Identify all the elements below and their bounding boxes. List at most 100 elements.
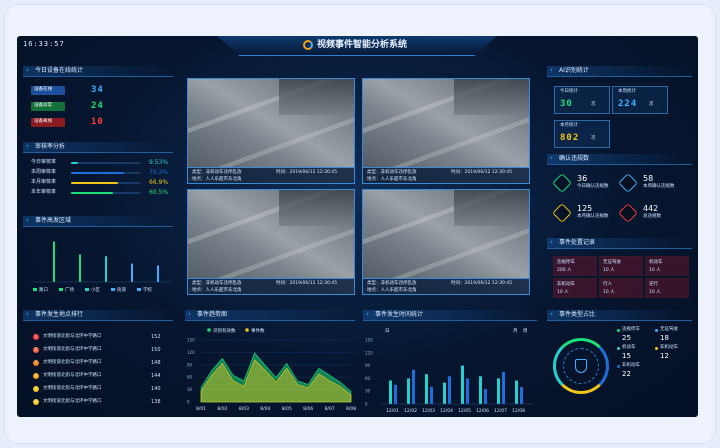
- ai-stat-value: 30: [560, 99, 573, 109]
- handle-count: 10 人: [649, 290, 661, 295]
- video-feed[interactable]: 类型：非机动车违停乱放 时间：2019/06/12 12:30:45 地点：人人乐超…: [362, 189, 530, 295]
- handle-cell: 行人 10 人: [599, 278, 643, 298]
- rank-value: 152: [151, 334, 161, 340]
- video-feed[interactable]: 类型：非机动车违停乱放 时间：2019/06/12 12:30:45 地点：人人乐超…: [362, 78, 530, 184]
- time-xtick: 12/08: [512, 408, 525, 414]
- types-legend-label: 非机动车: [622, 363, 640, 368]
- region-legend-label: 小区: [91, 286, 100, 293]
- video-time: 时间：2019/06/12 12:30:45: [451, 281, 513, 286]
- audit-progress: [71, 172, 141, 174]
- types-legend-value: 12: [660, 352, 669, 360]
- video-feed[interactable]: 类型：非机动车违停乱放 时间：2019/06/12 12:30:45 地点：人人乐超…: [187, 189, 355, 295]
- confirm-label: 本月确认违规数: [577, 214, 609, 219]
- ai-stat-label: 本周统计: [618, 89, 636, 94]
- trend-legend-label: 识别有效数: [213, 327, 236, 334]
- handle-cell: 逆行 10 人: [645, 278, 689, 298]
- types-legend-label: 非机动车: [660, 345, 678, 350]
- time-ytick: 60: [365, 376, 371, 381]
- trend-xtick: 8/03: [239, 406, 249, 412]
- trend-ytick: 0: [187, 400, 190, 405]
- trend-legend-dot: [245, 328, 249, 332]
- types-legend-label: 违规停车: [622, 327, 640, 332]
- time-bar: [461, 365, 464, 404]
- region-legend-swatch: [59, 288, 63, 291]
- dashboard-screen: 16:33:57 视频事件智能分析系统 ‹ 今日设备在线统计 设备在线 34 设备…: [17, 36, 698, 417]
- ai-stat-value: 802: [560, 133, 580, 143]
- handle-name: 机动车: [649, 260, 663, 265]
- time-bar: [448, 376, 451, 404]
- region-bar: [105, 256, 107, 282]
- time-ytick: 120: [365, 350, 373, 355]
- confirm-panel-header: ‹ 确认违规数: [547, 154, 692, 165]
- trend-xtick: 8/06: [303, 406, 313, 412]
- audit-progress: [71, 162, 141, 164]
- time-tab: 日: [385, 328, 390, 334]
- types-legend-value: 18: [660, 334, 669, 342]
- region-legend-swatch: [85, 288, 89, 291]
- region-bar: [79, 254, 81, 282]
- region-legend-swatch: [111, 288, 115, 291]
- rank-value: 144: [151, 373, 161, 379]
- types-legend-dot: [655, 347, 658, 350]
- confirm-label: 本周确认违规数: [643, 184, 675, 189]
- trend-xtick: 8/04: [260, 406, 270, 412]
- confirm-value: 36: [577, 174, 588, 183]
- handle-name: 无证驾驶: [603, 260, 621, 265]
- time-bar: [407, 378, 410, 404]
- time-bar: [412, 369, 415, 404]
- rank-location: 文明街道北街与北环中学路口: [43, 360, 102, 365]
- ai-stat-unit: 次: [649, 102, 654, 107]
- region-legend-label: 广场: [65, 286, 74, 293]
- handle-cell: 无证驾驶 10 人: [599, 256, 643, 276]
- clock: 16:33:57: [23, 40, 65, 48]
- types-legend-dot: [655, 329, 658, 332]
- handle-count: 10 人: [603, 290, 615, 295]
- rank-location: 文明街道北街与北环中学路口: [43, 334, 102, 339]
- rank-value: 138: [151, 399, 161, 405]
- types-legend-label: 机动车: [622, 345, 636, 350]
- confirm-label: 总违规数: [643, 214, 661, 219]
- rank-value: 148: [151, 360, 161, 366]
- handle-count: 200 人: [557, 268, 572, 273]
- ai-stat-label: 今日统计: [560, 89, 578, 94]
- trend-ytick: 90: [187, 362, 193, 367]
- audit-label: 本月审核率: [31, 179, 57, 185]
- online-value: 10: [91, 117, 104, 127]
- ai-stat-label: 本月统计: [560, 123, 578, 128]
- region-legend-label: 路口: [39, 286, 48, 293]
- rank-number: 4: [33, 373, 39, 379]
- audit-value: 60.5%: [149, 189, 169, 196]
- audit-progress: [71, 182, 141, 184]
- types-legend-dot: [617, 347, 620, 350]
- ai-stat-value: 224: [618, 99, 638, 109]
- region-legend-swatch: [33, 288, 37, 291]
- video-time: 时间：2019/06/12 12:30:45: [276, 281, 338, 286]
- audit-value: 9.53%: [149, 159, 169, 166]
- region-bar: [131, 263, 133, 282]
- handle-cell: 违规停车 200 人: [553, 256, 597, 276]
- time-xtick: 12/03: [422, 408, 435, 414]
- video-type: 类型：非机动车违停乱放: [192, 170, 242, 175]
- region-legend-label: 学校: [143, 286, 152, 293]
- video-time: 时间：2019/06/12 12:30:45: [451, 170, 513, 175]
- types-panel-header: ‹ 事件类型占比: [547, 310, 692, 321]
- confirm-value: 442: [643, 204, 659, 213]
- confirm-value: 125: [577, 204, 593, 213]
- warning-icon: [552, 173, 572, 193]
- video-type: 类型：非机动车违停乱放: [192, 281, 242, 286]
- ranking-panel-header: ‹ 事件发生地点排行: [23, 310, 173, 321]
- time-ytick: 0: [365, 402, 368, 407]
- trend-ytick: 150: [187, 338, 195, 343]
- time-bar: [497, 378, 500, 404]
- audit-panel-header: ‹ 审核率分析: [23, 142, 173, 153]
- handle-panel-header: ‹ 事件处置记录: [547, 238, 692, 249]
- audit-label: 今日审核率: [31, 159, 57, 165]
- video-place: 地点：人人乐超市东北角: [367, 288, 417, 293]
- handle-name: 逆行: [649, 282, 658, 287]
- rank-number: 5: [33, 386, 39, 392]
- region-chart: 路口 广场 小区 街道 学校: [31, 241, 171, 293]
- audit-value: 66.9%: [149, 179, 169, 186]
- trend-xtick: 8/08: [346, 406, 356, 412]
- ai-panel-header: ‹ AI识别统计: [547, 66, 692, 77]
- video-feed[interactable]: 类型：非机动车违停乱放 时间：2019/06/12 12:30:45 地点：人人乐超…: [187, 78, 355, 184]
